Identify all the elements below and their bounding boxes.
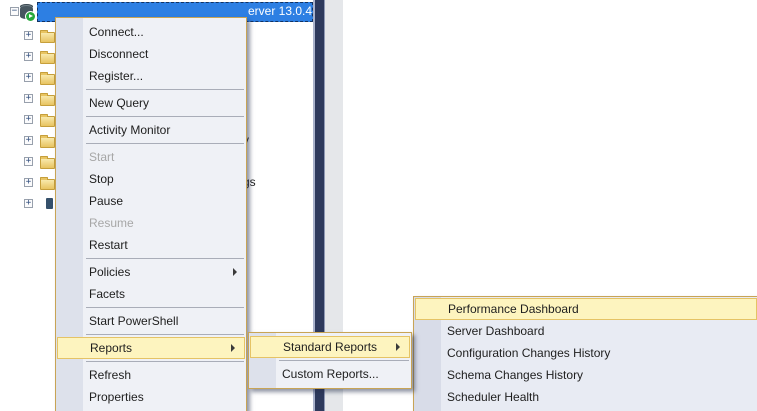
menu-item-properties[interactable]: Properties (56, 386, 246, 408)
connected-badge-icon (25, 11, 36, 22)
server-context-menu: Connect... Disconnect Register... New Qu… (55, 17, 247, 411)
menu-separator (86, 334, 244, 335)
menu-item-facets[interactable]: Facets (56, 283, 246, 305)
menu-item-start: Start (89, 150, 115, 164)
server-label-fragment: erver 13.0.4 (248, 4, 313, 18)
menu-item-standard-reports[interactable]: Standard Reports (250, 336, 410, 358)
folder-icon (40, 135, 55, 148)
menu-item-custom-reports[interactable]: Custom Reports... (249, 363, 411, 385)
expand-icon[interactable]: + (24, 73, 33, 82)
menu-separator (86, 361, 244, 362)
folder-icon (40, 51, 55, 64)
menu-item-start-powershell[interactable]: Start PowerShell (56, 310, 246, 332)
menu-separator (86, 307, 244, 308)
expand-icon[interactable]: + (24, 94, 33, 103)
menu-item-label: Reports (90, 341, 133, 355)
menu-item-connect[interactable]: Connect... (56, 21, 246, 43)
submenu-arrow-icon (231, 344, 235, 352)
folder-icon (40, 114, 55, 127)
menu-separator (86, 116, 244, 117)
expand-icon[interactable]: + (24, 115, 33, 124)
folder-icon (40, 156, 55, 169)
expand-icon[interactable]: + (24, 31, 33, 40)
menu-item-schema-changes-history[interactable]: Schema Changes History (414, 364, 757, 386)
menu-item-label: Standard Reports (283, 340, 378, 354)
menu-item-label: Policies (89, 265, 131, 279)
expand-icon[interactable]: + (24, 52, 33, 61)
folder-icon (40, 30, 55, 43)
menu-item-disconnect[interactable]: Disconnect (56, 43, 246, 65)
expand-icon[interactable]: + (24, 199, 33, 208)
menu-item-configuration-changes-history[interactable]: Configuration Changes History (414, 342, 757, 364)
folder-icon (40, 72, 55, 85)
menu-separator (279, 360, 409, 361)
menu-item-performance-dashboard[interactable]: Performance Dashboard (415, 298, 757, 320)
menu-item-register[interactable]: Register... (56, 65, 246, 87)
ssms-object-explorer-screen: − erver 13.0.4 + + + + + + + + gs + Conn… (0, 0, 757, 411)
menu-separator (86, 89, 244, 90)
menu-item-activity-monitor[interactable]: Activity Monitor (56, 119, 246, 141)
standard-reports-submenu: Performance Dashboard Server Dashboard C… (413, 296, 757, 411)
menu-separator (86, 143, 244, 144)
folder-icon (40, 93, 55, 106)
expand-icon[interactable]: + (24, 178, 33, 187)
server-database-icon (20, 4, 36, 22)
folder-icon (40, 177, 55, 190)
submenu-arrow-icon (233, 268, 237, 276)
menu-item-resume: Resume (89, 216, 134, 230)
sql-agent-icon (46, 198, 53, 209)
menu-item-stop[interactable]: Stop (56, 168, 246, 190)
submenu-arrow-icon (396, 343, 400, 351)
expand-icon[interactable]: + (24, 136, 33, 145)
menu-item-policies[interactable]: Policies (56, 261, 246, 283)
menu-item-restart[interactable]: Restart (56, 234, 246, 256)
reports-submenu: Standard Reports Custom Reports... (248, 332, 412, 389)
menu-item-server-dashboard[interactable]: Server Dashboard (414, 320, 757, 342)
menu-item-scheduler-health[interactable]: Scheduler Health (414, 386, 757, 408)
menu-item-refresh[interactable]: Refresh (56, 364, 246, 386)
expand-icon[interactable]: + (24, 157, 33, 166)
menu-separator (86, 258, 244, 259)
menu-item-new-query[interactable]: New Query (56, 92, 246, 114)
menu-item-pause[interactable]: Pause (56, 190, 246, 212)
collapse-icon[interactable]: − (10, 7, 19, 16)
menu-item-reports[interactable]: Reports (57, 337, 245, 359)
